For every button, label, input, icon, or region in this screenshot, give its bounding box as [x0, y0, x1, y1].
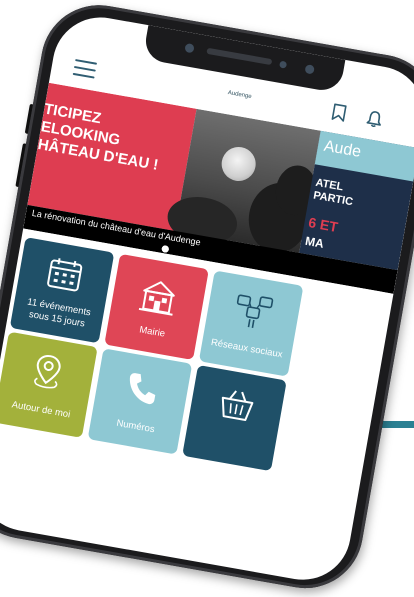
- slide-headline: TICIPEZ ELOOKING HÂTEAU D'EAU !: [36, 100, 160, 174]
- tile-shopping[interactable]: [182, 364, 287, 472]
- tile-events[interactable]: 11 événements sous 15 jours: [9, 237, 115, 344]
- phone-icon: [129, 373, 156, 405]
- location-pin-icon: [34, 354, 61, 389]
- sensor-dot: [304, 64, 315, 75]
- front-camera: [184, 42, 195, 54]
- carousel-dot[interactable]: [161, 244, 170, 254]
- basket-icon: [221, 390, 254, 422]
- app-title: Audenge: [227, 90, 252, 101]
- menu-icon[interactable]: [72, 59, 98, 79]
- bell-icon[interactable]: [364, 108, 385, 129]
- tile-label: Autour de moi: [10, 399, 72, 421]
- calendar-icon: [47, 258, 83, 292]
- phone-mockup: Audenge TICIPEZ ELOOKING HÂTEAU D'EAU ! …: [0, 0, 414, 597]
- tile-label: Réseaux sociaux: [210, 336, 284, 361]
- tile-label: [189, 430, 274, 445]
- slide-brand: Aude: [322, 137, 363, 161]
- town-hall-icon: [138, 281, 175, 316]
- tile-town-hall[interactable]: Mairie: [104, 253, 209, 361]
- slide-text: 6 ET: [307, 214, 340, 236]
- tile-around-me[interactable]: Autour de moi: [0, 331, 98, 438]
- slide-text: MA: [304, 233, 325, 251]
- carousel-slide-next[interactable]: Aude ATEL PARTIC 6 ET MA: [299, 130, 414, 271]
- tile-social-networks[interactable]: Réseaux sociaux: [198, 270, 304, 377]
- social-network-icon: [236, 294, 274, 328]
- sensor-dot: [279, 60, 288, 69]
- bookmark-icon[interactable]: [331, 103, 348, 123]
- tile-label: 11 événements sous 15 jours: [26, 296, 92, 330]
- carousel-slide-photo[interactable]: [163, 108, 321, 258]
- speaker-grill: [206, 47, 273, 66]
- water-tower-photo: [218, 144, 259, 184]
- tile-label: Mairie: [138, 324, 166, 340]
- phone-screen: Audenge TICIPEZ ELOOKING HÂTEAU D'EAU ! …: [0, 9, 414, 588]
- tile-label: Numéros: [115, 417, 156, 436]
- slide-text: ATEL PARTIC: [312, 176, 354, 209]
- tile-phone-numbers[interactable]: Numéros: [87, 348, 193, 455]
